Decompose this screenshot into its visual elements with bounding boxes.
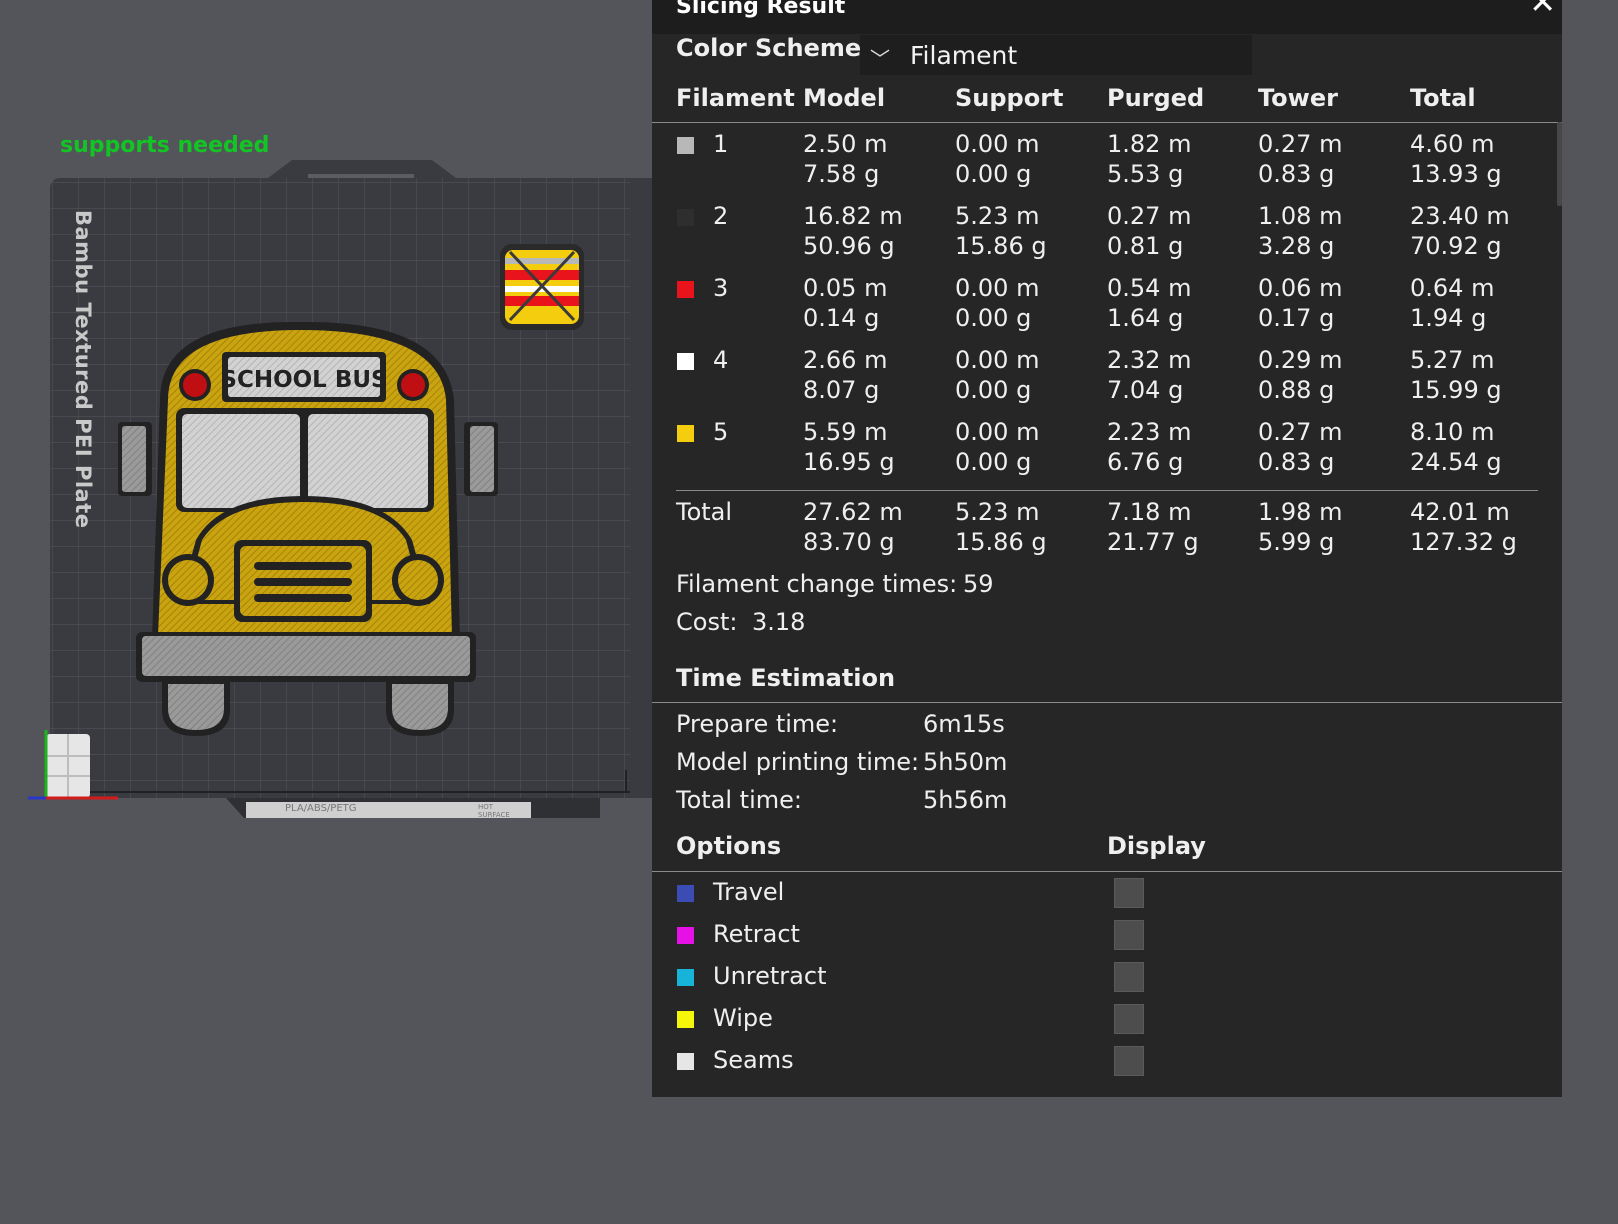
wipe-swatch	[677, 1011, 694, 1028]
filament-1-tower: 0.27 m 0.83 g	[1258, 130, 1343, 188]
retract-display-checkbox[interactable]	[1114, 920, 1144, 950]
filament-3-tower: 0.06 m 0.17 g	[1258, 274, 1343, 332]
filament-4-id: 4	[713, 346, 729, 374]
filament-4-purged: 2.32 m 7.04 g	[1107, 346, 1192, 404]
cost-label: Cost:	[676, 608, 738, 636]
filament-2-model: 16.82 m 50.96 g	[803, 202, 903, 260]
filament-3-model: 0.05 m 0.14 g	[803, 274, 888, 332]
filament-5-total: 8.10 m 24.54 g	[1410, 418, 1502, 476]
total-model: 27.62 m 83.70 g	[803, 498, 903, 556]
model-print-time-label: Model printing time:	[676, 748, 920, 776]
total-time-label: Total time:	[676, 786, 802, 814]
scrollbar[interactable]	[1557, 122, 1562, 206]
filament-5-swatch	[677, 425, 694, 442]
header-tower: Tower	[1258, 84, 1338, 112]
filament-3-total: 0.64 m 1.94 g	[1410, 274, 1495, 332]
filament-2-id: 2	[713, 202, 729, 230]
color-scheme-label: Color Scheme	[676, 34, 862, 62]
option-seams-label: Seams	[713, 1046, 794, 1074]
display-title: Display	[1107, 832, 1206, 860]
filament-1-total: 4.60 m 13.93 g	[1410, 130, 1502, 188]
filament-2-total: 23.40 m 70.92 g	[1410, 202, 1510, 260]
filament-4-swatch	[677, 353, 694, 370]
school-bus-model: SCHOOL BUS	[118, 321, 498, 736]
prime-tower	[500, 244, 584, 330]
panel-title: Slicing Result	[676, 0, 846, 19]
option-retract-label: Retract	[713, 920, 800, 948]
filament-2-support: 5.23 m 15.86 g	[955, 202, 1047, 260]
3d-viewport[interactable]: supports needed SCHOOL BUS Bambu Texture…	[0, 0, 660, 1224]
header-total: Total	[1410, 84, 1476, 112]
total-time-value: 5h56m	[923, 786, 1008, 814]
filament-1-model: 2.50 m 7.58 g	[803, 130, 888, 188]
filament-change-label: Filament change times:	[676, 570, 958, 598]
plate-material-tag: PLA/ABS/PETG	[285, 803, 357, 814]
filament-5-tower: 0.27 m 0.83 g	[1258, 418, 1343, 476]
filament-2-tower: 1.08 m 3.28 g	[1258, 202, 1343, 260]
chevron-down-icon: ﹀	[870, 47, 890, 71]
cost-value: 3.18	[752, 608, 806, 636]
filament-change-value: 59	[963, 570, 994, 598]
travel-swatch	[677, 885, 694, 902]
seams-swatch	[677, 1053, 694, 1070]
option-travel-label: Travel	[713, 878, 785, 906]
plate-type-label: Bambu Textured PEI Plate	[71, 210, 95, 529]
time-estimation-title: Time Estimation	[676, 664, 896, 692]
filament-5-model: 5.59 m 16.95 g	[803, 418, 895, 476]
header-filament: Filament	[676, 84, 795, 112]
filament-2-purged: 0.27 m 0.81 g	[1107, 202, 1192, 260]
color-scheme-dropdown[interactable]: ﹀ Filament	[860, 35, 1252, 75]
header-divider	[652, 122, 1562, 123]
filament-4-model: 2.66 m 8.07 g	[803, 346, 888, 404]
filament-4-total: 5.27 m 15.99 g	[1410, 346, 1502, 404]
filament-5-purged: 2.23 m 6.76 g	[1107, 418, 1192, 476]
options-divider	[652, 871, 1562, 872]
filament-1-support: 0.00 m 0.00 g	[955, 130, 1040, 188]
option-unretract-label: Unretract	[713, 962, 827, 990]
total-label: Total	[676, 498, 733, 526]
filament-5-id: 5	[713, 418, 729, 446]
prepare-time-value: 6m15s	[923, 710, 1005, 738]
plate-hot-surface-tag: HOT SURFACE	[478, 803, 510, 819]
total-tower: 1.98 m 5.99 g	[1258, 498, 1343, 556]
model-print-time-value: 5h50m	[923, 748, 1008, 776]
filament-5-support: 0.00 m 0.00 g	[955, 418, 1040, 476]
build-plate-scene[interactable]: SCHOOL BUS	[0, 0, 660, 840]
retract-swatch	[677, 927, 694, 944]
color-scheme-value: Filament	[910, 41, 1018, 70]
options-title: Options	[676, 832, 782, 860]
travel-display-checkbox[interactable]	[1114, 878, 1144, 908]
total-support: 5.23 m 15.86 g	[955, 498, 1047, 556]
option-wipe-label: Wipe	[713, 1004, 773, 1032]
filament-1-id: 1	[713, 130, 729, 158]
slicing-result-panel: Slicing Result ✕ Color Scheme ﹀ Filament…	[652, 0, 1562, 1097]
header-support: Support	[955, 84, 1064, 112]
prepare-time-label: Prepare time:	[676, 710, 839, 738]
unretract-display-checkbox[interactable]	[1114, 962, 1144, 992]
filament-1-purged: 1.82 m 5.53 g	[1107, 130, 1192, 188]
filament-3-support: 0.00 m 0.00 g	[955, 274, 1040, 332]
filament-4-support: 0.00 m 0.00 g	[955, 346, 1040, 404]
filament-3-swatch	[677, 281, 694, 298]
total-divider	[676, 490, 1538, 491]
filament-2-swatch	[677, 209, 694, 226]
filament-1-swatch	[677, 137, 694, 154]
seams-display-checkbox[interactable]	[1114, 1046, 1144, 1076]
filament-3-purged: 0.54 m 1.64 g	[1107, 274, 1192, 332]
time-divider	[652, 702, 1562, 703]
header-purged: Purged	[1107, 84, 1205, 112]
filament-4-tower: 0.29 m 0.88 g	[1258, 346, 1343, 404]
header-model: Model	[803, 84, 886, 112]
total-purged: 7.18 m 21.77 g	[1107, 498, 1199, 556]
close-icon[interactable]: ✕	[1529, 0, 1556, 18]
unretract-swatch	[677, 969, 694, 986]
wipe-display-checkbox[interactable]	[1114, 1004, 1144, 1034]
total-total: 42.01 m 127.32 g	[1410, 498, 1517, 556]
bus-sign-text: SCHOOL BUS	[220, 367, 387, 393]
filament-3-id: 3	[713, 274, 729, 302]
